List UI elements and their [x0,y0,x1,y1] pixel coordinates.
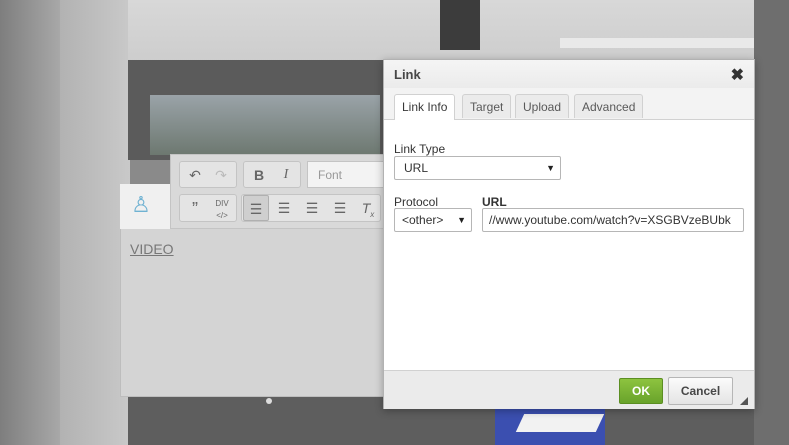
person-icon: ♙ [131,192,151,217]
align-left-icon[interactable]: ☰ [243,195,269,221]
dialog-titlebar[interactable]: Link ✖ [384,60,754,89]
link-type-label: Link Type [394,142,446,156]
editor-content-link[interactable]: VIDEO [130,241,174,257]
quote-icon[interactable]: ” [182,196,208,222]
dialog-tabs: Link Info Target Upload Advanced [384,88,754,120]
block-group: ” DIV </> [179,194,237,222]
dialog-title: Link [394,67,421,82]
resize-handle-icon[interactable] [740,397,748,405]
url-label: URL [482,195,507,209]
protocol-value: <other> [402,213,444,227]
div-label: DIV [215,199,229,208]
chevron-down-icon: ▼ [546,163,555,173]
ok-button[interactable]: OK [619,378,663,404]
link-dialog: Link ✖ Link Info Target Upload Advanced … [383,59,755,409]
font-select[interactable]: Font [307,161,387,188]
indicator-dot [266,398,272,404]
align-group: ☰ ☰ ☰ ☰ Tx [241,194,381,222]
align-right-icon[interactable]: ☰ [299,195,325,221]
protocol-select[interactable]: <other> ▼ [394,208,472,232]
dialog-footer: OK Cancel [384,370,754,409]
tab-upload[interactable]: Upload [515,94,570,118]
editor-sidebar: ♙ [120,184,170,229]
tab-link-info[interactable]: Link Info [394,94,456,120]
redo-icon[interactable]: ↷ [208,162,234,188]
protocol-label: Protocol [394,195,439,209]
align-center-icon[interactable]: ☰ [271,195,297,221]
remove-format-icon[interactable]: Tx [355,195,381,221]
close-icon[interactable]: ✖ [731,65,744,85]
undo-redo-group: ↶ ↷ [179,161,237,188]
italic-button[interactable]: I [273,162,299,188]
bold-button[interactable]: B [246,162,272,188]
chevron-down-icon: ▼ [457,215,466,225]
cancel-button[interactable]: Cancel [668,377,733,405]
tab-advanced[interactable]: Advanced [574,94,644,118]
text-style-group: B I [243,161,301,188]
undo-icon[interactable]: ↶ [182,162,208,188]
div-button[interactable]: DIV </> [209,196,235,224]
link-type-select[interactable]: URL ▼ [394,156,561,180]
tab-target[interactable]: Target [462,94,512,118]
justify-icon[interactable]: ☰ [327,195,353,221]
url-input[interactable]: //www.youtube.com/watch?v=XSGBVzeBUbk [482,208,744,232]
link-type-value: URL [404,161,429,175]
